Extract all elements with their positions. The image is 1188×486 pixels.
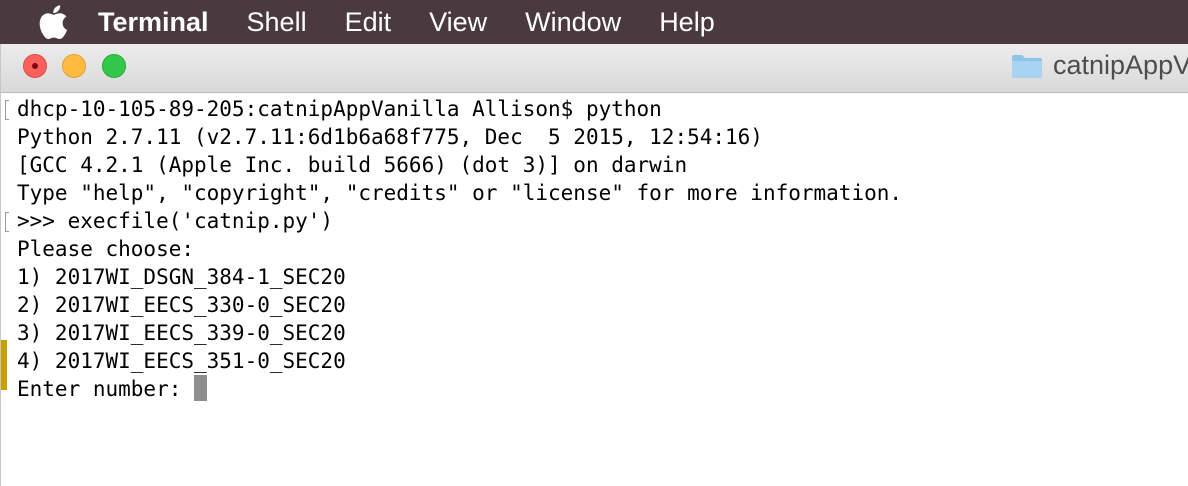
menu-edit[interactable]: Edit [345,7,392,38]
terminal-line: Type "help", "copyright", "credits" or "… [17,181,903,205]
window-title-group: catnipAppV [1011,50,1188,81]
terminal-window: catnipAppV dhcp-10-105-89-205:catnipAppV… [0,44,1188,486]
folder-icon [1011,53,1043,79]
terminal-line: >>> execfile('catnip.py') [5,207,902,235]
close-button[interactable] [23,54,47,78]
choice-option: 3) 2017WI_EECS_339-0_SEC20 [17,321,346,345]
menu-bar: Terminal Shell Edit View Window Help [0,0,1188,44]
terminal-lines: dhcp-10-105-89-205:catnipAppVanilla Alli… [5,95,903,403]
menu-window[interactable]: Window [525,7,621,38]
menu-help[interactable]: Help [659,7,715,38]
menu-shell[interactable]: Shell [247,7,307,38]
side-accent-strip [1,340,7,390]
choice-option: 1) 2017WI_DSGN_384-1_SEC20 [17,265,346,289]
choice-option: 4) 2017WI_EECS_351-0_SEC20 [17,349,346,373]
terminal-line: Please choose: [17,237,195,261]
command-mark [5,100,9,120]
menu-app-terminal[interactable]: Terminal [98,7,209,38]
text-cursor [194,375,208,401]
command-mark [5,212,9,232]
apple-logo-icon[interactable] [34,5,72,39]
input-prompt: Enter number: [17,377,195,401]
title-bar[interactable]: catnipAppV [1,44,1188,93]
shell-prompt-line: dhcp-10-105-89-205:catnipAppVanilla Alli… [17,97,662,121]
python-prompt-line: >>> execfile('catnip.py') [17,209,334,233]
maximize-button[interactable] [102,54,126,78]
terminal-line: [GCC 4.2.1 (Apple Inc. build 5666) (dot … [17,153,688,177]
terminal-line: dhcp-10-105-89-205:catnipAppVanilla Alli… [5,95,902,123]
minimize-button[interactable] [62,54,86,78]
choice-option: 2) 2017WI_EECS_330-0_SEC20 [17,293,346,317]
window-title: catnipAppV [1053,50,1188,80]
terminal-line: Python 2.7.11 (v2.7.11:6d1b6a68f775, Dec… [17,125,763,149]
menu-view[interactable]: View [429,7,487,38]
input-line[interactable]: Enter number: [17,375,902,403]
terminal-output[interactable]: dhcp-10-105-89-205:catnipAppVanilla Alli… [1,93,1188,486]
